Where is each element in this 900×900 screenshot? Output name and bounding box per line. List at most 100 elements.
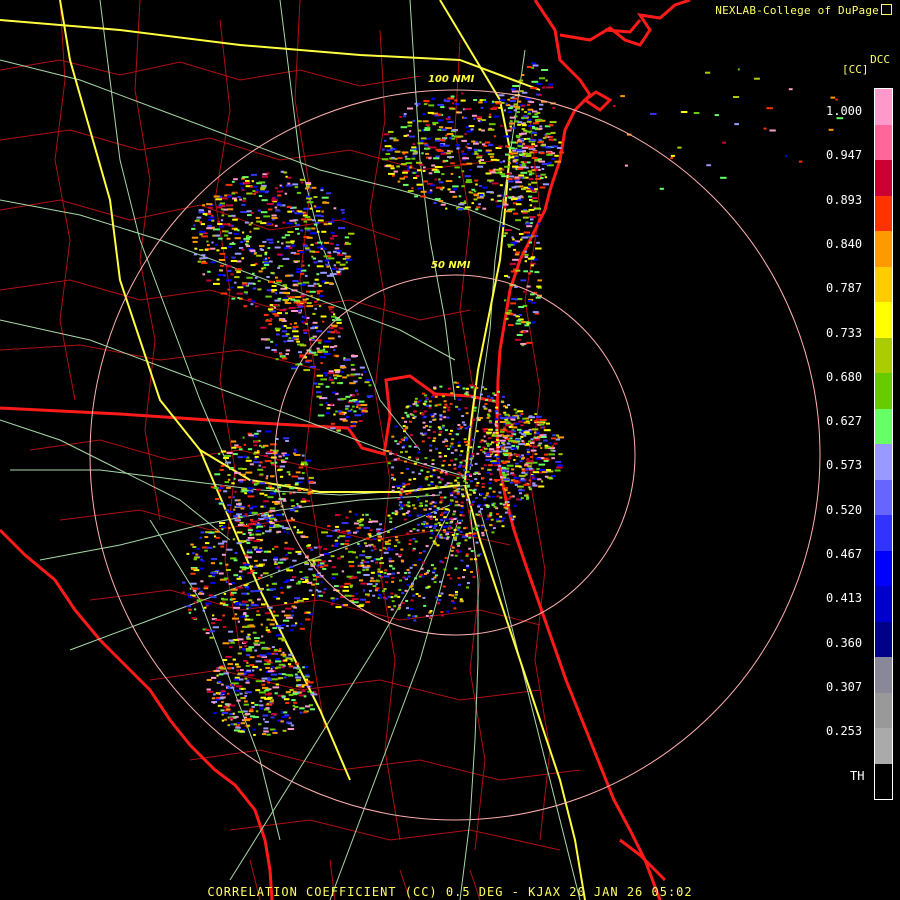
radar-echo-gate: [517, 485, 524, 488]
radar-echo-gate: [382, 590, 385, 593]
radar-echo-gate: [481, 534, 485, 537]
radar-echo-gate: [383, 572, 387, 574]
radar-echo-gate: [518, 140, 523, 143]
radar-echo-gate: [270, 673, 278, 676]
radar-echo-gate: [460, 501, 464, 504]
radar-echo-gate: [231, 684, 234, 687]
radar-echo-gate: [258, 439, 261, 442]
radar-echo-gate: [438, 455, 442, 458]
radar-echo-gate: [512, 258, 519, 261]
radar-echo-gate: [265, 319, 272, 322]
radar-echo-gate: [407, 107, 414, 110]
radar-echo-gate: [411, 187, 414, 190]
radar-echo-gate: [212, 614, 215, 617]
radar-echo-gate: [520, 279, 527, 282]
radar-echo-gate: [243, 239, 247, 242]
radar-echo-gate: [393, 605, 397, 608]
radar-echo-gate: [250, 300, 256, 303]
radar-echo-gate: [292, 491, 296, 494]
radar-echo-gate: [316, 347, 320, 350]
radar-echo-gate: [513, 212, 519, 215]
radar-echo-gate: [472, 489, 476, 492]
radar-echo-gate: [286, 222, 293, 225]
radar-echo-gate: [496, 455, 500, 458]
radar-echo-gate: [331, 544, 334, 547]
radar-echo-gate: [493, 440, 497, 443]
radar-echo-gate: [267, 247, 271, 250]
radar-echo-gate: [363, 560, 367, 563]
radar-echo-gate: [463, 117, 468, 119]
radar-echo-gate: [263, 730, 269, 733]
radar-echo-gate: [291, 289, 298, 292]
radar-echo-gate: [233, 178, 238, 181]
radar-echo-gate: [440, 188, 443, 191]
radar-echo-gate: [414, 102, 418, 105]
radar-echo-gate: [266, 584, 269, 587]
radar-echo-gate: [263, 727, 269, 730]
radar-echo-gate: [259, 704, 264, 707]
radar-echo-gate: [237, 456, 243, 459]
radar-echo-gate: [450, 172, 454, 175]
radar-echo-gate: [453, 528, 457, 531]
radar-echo-gate: [356, 406, 359, 408]
radar-echo-gate: [335, 597, 339, 600]
radar-echo-gate: [518, 443, 526, 446]
radar-echo-gate: [239, 692, 243, 695]
radar-echo-gate: [481, 486, 485, 488]
radar-echo-gate: [451, 102, 455, 105]
radar-echo-gate: [520, 171, 528, 174]
radar-echo-gate: [269, 280, 274, 283]
radar-echo-gate: [487, 444, 490, 447]
radar-echo-gate: [285, 553, 288, 556]
radar-echo-gate: [337, 335, 341, 338]
radar-echo-gate: [321, 196, 329, 199]
radar-echo-gate: [295, 482, 299, 485]
radar-echo-gate: [438, 166, 443, 168]
radar-echo-gate: [364, 381, 370, 384]
radar-echo-gate: [373, 558, 376, 561]
radar-echo-gate: [523, 231, 530, 234]
radar-echo-gate: [537, 279, 542, 282]
radar-echo-gate: [412, 594, 416, 597]
radar-echo-gate: [523, 483, 529, 486]
radar-echo-gate: [310, 337, 315, 339]
radar-echo-gate: [266, 702, 269, 705]
radar-echo-gate: [283, 171, 288, 174]
radar-echo-gate: [324, 552, 330, 555]
radar-echo-gate: [541, 471, 547, 473]
radar-echo-gate: [260, 338, 268, 341]
radar-echo-gate: [244, 221, 249, 224]
radar-echo-gate: [383, 551, 389, 554]
radar-echo-gate: [261, 199, 268, 202]
radar-echo-gate: [494, 454, 498, 456]
radar-echo-gate: [400, 488, 404, 491]
radar-echo-gate: [512, 515, 516, 518]
radar-echo-gate: [288, 306, 296, 309]
radar-echo-gate: [344, 236, 349, 239]
radar-echo-gate: [502, 435, 509, 438]
radar-echo-gate: [372, 537, 376, 540]
radar-echo-gate: [452, 195, 458, 198]
radar-echo-gate: [314, 221, 319, 224]
radar-echo-gate: [283, 340, 287, 343]
radar-echo-gate: [259, 700, 263, 703]
radar-echo-gate: [221, 528, 224, 531]
radar-echo-gate: [470, 571, 473, 573]
radar-echo-gate: [511, 88, 514, 91]
radar-echo-gate: [405, 532, 409, 535]
legend-swatch: [875, 728, 892, 764]
radar-echo-gate: [267, 631, 272, 633]
radar-echo-gate: [538, 442, 543, 445]
radar-echo-gate: [366, 556, 371, 559]
radar-echo-gate: [484, 529, 488, 532]
radar-echo-gate: [192, 546, 197, 548]
radar-echo-gate: [286, 569, 293, 572]
radar-echo-gate: [284, 284, 287, 287]
radar-echo-gate: [307, 284, 315, 287]
radar-echo-gate: [451, 534, 455, 536]
radar-echo-gate: [529, 430, 532, 433]
radar-echo-gate: [255, 689, 261, 692]
radar-echo-gate: [531, 143, 535, 146]
radar-echo-gate: [486, 518, 490, 521]
radar-echo-gate: [539, 77, 546, 80]
